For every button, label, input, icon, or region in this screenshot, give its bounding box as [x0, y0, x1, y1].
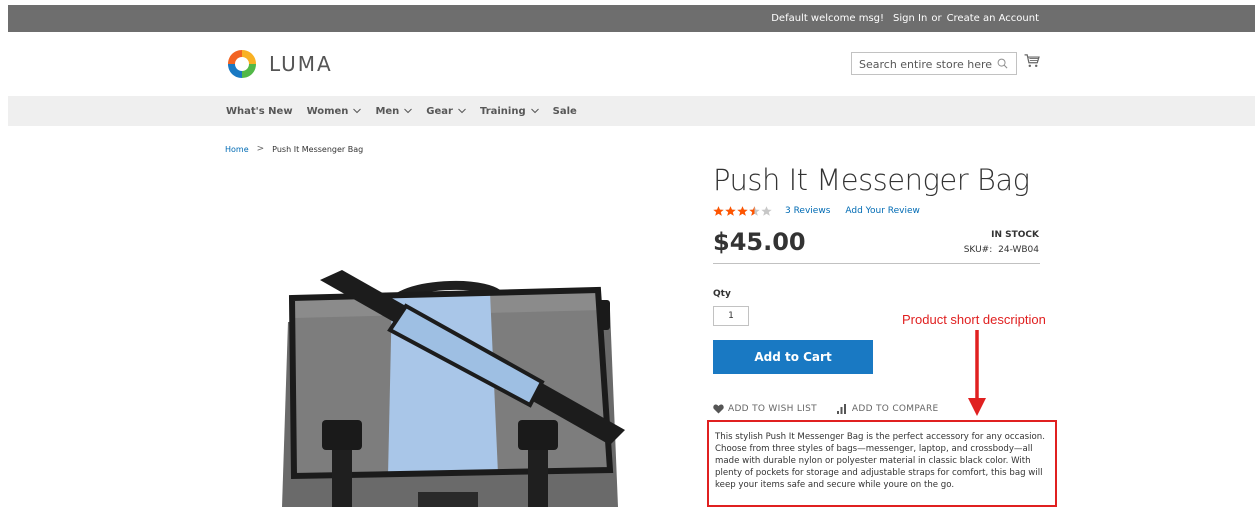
nav-item[interactable]: Training	[480, 106, 539, 117]
nav-item-label: What's New	[226, 105, 293, 117]
logo-text: LUMA	[269, 52, 333, 76]
qty-label: Qty	[713, 289, 731, 299]
add-review-link[interactable]: Add Your Review	[845, 206, 919, 216]
rating-stars	[713, 206, 773, 216]
search-icon[interactable]	[997, 58, 1008, 69]
chevron-down-icon	[404, 108, 413, 114]
short-description-text: This stylish Push It Messenger Bag is th…	[715, 432, 1045, 490]
search-input[interactable]	[852, 54, 992, 75]
nav-item[interactable]: Gear	[426, 106, 466, 117]
sku: SKU#: 24-WB04	[964, 245, 1039, 255]
main-nav: What's New Women Men Gear Training Sale	[8, 96, 1255, 126]
nav-item[interactable]: Men	[375, 105, 413, 117]
star-icon	[737, 206, 748, 216]
product-short-description: This stylish Push It Messenger Bag is th…	[707, 420, 1057, 507]
welcome-message: Default welcome msg!	[771, 13, 885, 24]
nav-item-label: Gear	[426, 105, 453, 117]
product-image[interactable]	[280, 270, 625, 507]
annotation-label: Product short description	[902, 312, 1046, 327]
nav-item[interactable]: Sale	[553, 106, 577, 117]
nav-item[interactable]: What's New	[226, 106, 293, 117]
chevron-down-icon	[458, 108, 466, 114]
heart-icon	[713, 404, 724, 414]
reviews-link[interactable]: 3 Reviews	[785, 206, 830, 216]
topbar-links: Default welcome msg! Sign In or Create a…	[765, 5, 1039, 32]
breadcrumb: Home > Push It Messenger Bag	[225, 144, 363, 154]
sku-label: SKU#:	[963, 245, 993, 255]
sign-in-link[interactable]: Sign In	[893, 13, 927, 24]
cart-icon[interactable]	[1024, 54, 1040, 68]
product-actions: ADD TO WISH LIST ADD TO COMPARE	[713, 404, 959, 414]
star-icon	[713, 206, 724, 216]
compare-icon	[836, 404, 846, 414]
compare-label: ADD TO COMPARE	[851, 404, 939, 414]
wishlist-label: ADD TO WISH LIST	[728, 404, 817, 414]
annotation-arrow-icon	[968, 330, 986, 416]
nav-item[interactable]: Women	[307, 106, 362, 117]
chevron-down-icon	[353, 108, 362, 114]
star-icon	[725, 206, 736, 216]
star-icon	[749, 206, 760, 216]
search-box	[851, 52, 1017, 75]
star-icon	[761, 206, 772, 216]
nav-item-label: Sale	[552, 105, 577, 117]
chevron-down-icon	[530, 108, 539, 114]
rating-summary: 3 Reviews Add Your Review	[713, 206, 935, 216]
breadcrumb-home[interactable]: Home	[225, 145, 249, 154]
create-account-link[interactable]: Create an Account	[947, 13, 1039, 24]
nav-item-label: Training	[479, 105, 526, 117]
nav-item-label: Men	[375, 105, 400, 117]
product-price: $45.00	[713, 228, 806, 256]
qty-input[interactable]: 1	[713, 306, 749, 326]
product-title: Push It Messenger Bag	[713, 163, 1030, 197]
sku-value: 24-WB04	[998, 245, 1039, 255]
nav-items: What's New Women Men Gear Training Sale	[226, 96, 591, 126]
header: LUMA	[0, 32, 1255, 96]
luma-logo-icon	[228, 50, 256, 78]
or-text: or	[931, 13, 942, 24]
add-to-compare-link[interactable]: ADD TO COMPARE	[836, 404, 939, 414]
stock-status: IN STOCK	[991, 230, 1039, 240]
add-to-wishlist-link[interactable]: ADD TO WISH LIST	[713, 404, 817, 414]
price-divider	[713, 263, 1040, 264]
add-to-cart-button[interactable]: Add to Cart	[713, 340, 873, 374]
breadcrumb-separator: >	[256, 144, 265, 154]
breadcrumb-current: Push It Messenger Bag	[272, 144, 364, 154]
logo[interactable]: LUMA	[225, 47, 333, 81]
top-bar: Default welcome msg! Sign In or Create a…	[8, 5, 1255, 32]
nav-item-label: Women	[306, 105, 349, 117]
